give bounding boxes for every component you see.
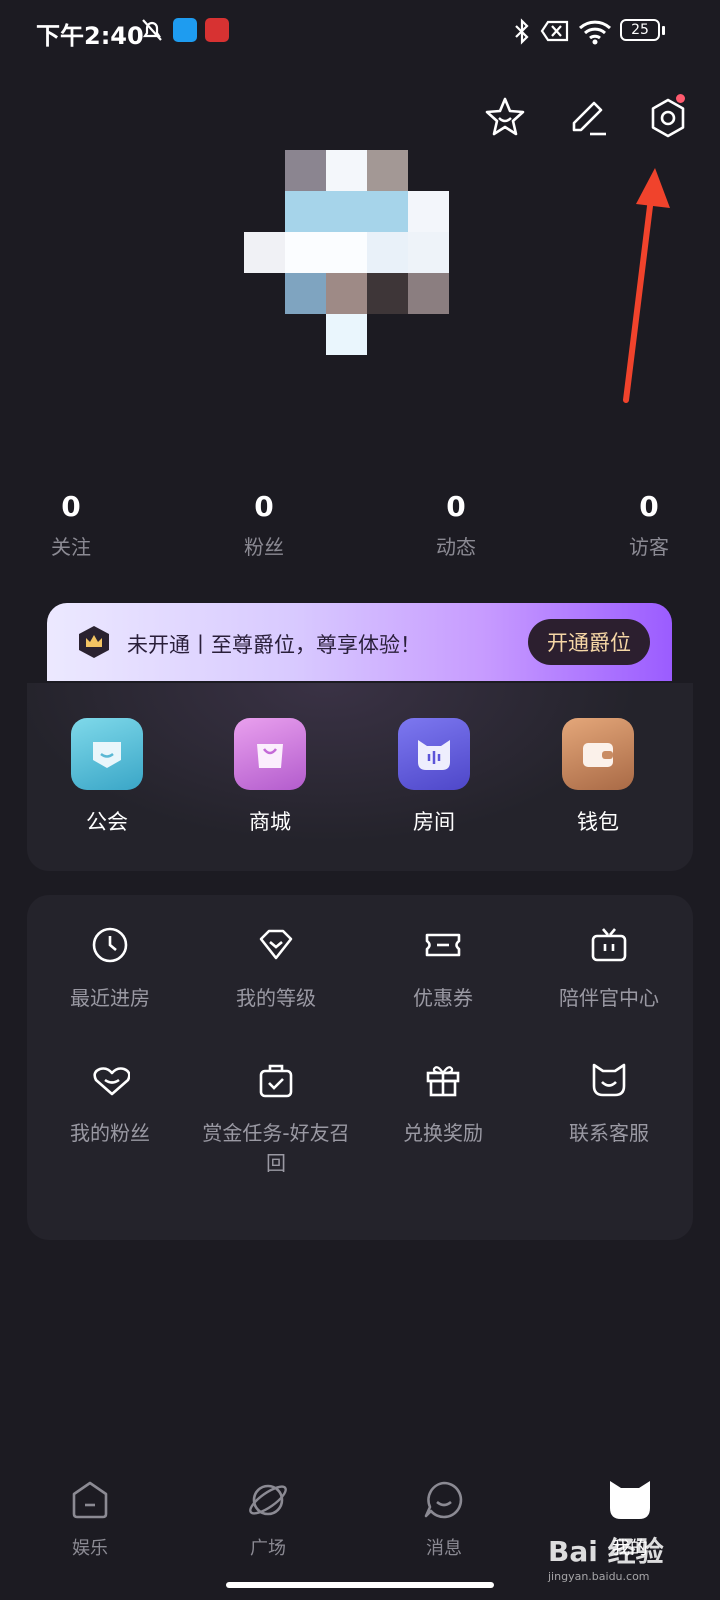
room-cat-icon — [398, 718, 470, 790]
feature-label: 钱包 — [577, 810, 619, 834]
stat-label: 访客 — [629, 535, 669, 559]
service-companion-center[interactable]: 陪伴官中心 — [526, 925, 692, 1013]
stat-value: 0 — [254, 490, 274, 523]
service-label: 我的粉丝 — [70, 1121, 150, 1145]
battery-icon: 25 — [620, 19, 660, 41]
mute-bell-icon — [142, 19, 162, 41]
stat-value: 0 — [639, 490, 659, 523]
top-actions — [460, 90, 720, 150]
gift-icon — [426, 1066, 460, 1097]
service-label: 赏金任务-好友召回 — [202, 1121, 350, 1175]
shop-bag-icon — [234, 718, 306, 790]
watermark-text: Bai 经验 — [548, 1535, 664, 1568]
tab-square[interactable]: 广场 — [218, 1478, 318, 1560]
profile-stats: 0 关注 0 粉丝 0 动态 0 访客 — [0, 490, 720, 570]
stat-label: 动态 — [436, 535, 476, 559]
star-badge-icon — [485, 97, 525, 136]
tab-label: 消息 — [426, 1538, 462, 1559]
tv-icon — [591, 928, 627, 962]
feature-card: 公会 商城 房间 钱包 — [27, 683, 693, 871]
service-coupons[interactable]: 优惠券 — [360, 925, 526, 1013]
service-label: 最近进房 — [70, 986, 150, 1010]
pencil-icon — [572, 101, 606, 136]
stat-value: 0 — [61, 490, 81, 523]
home-icon — [72, 1481, 108, 1519]
me-cat-icon — [610, 1481, 650, 1519]
service-recent-rooms[interactable]: 最近进房 — [27, 925, 193, 1013]
vip-banner-text: 未开通丨至尊爵位，尊享体验！ — [127, 633, 421, 657]
service-label: 联系客服 — [569, 1121, 649, 1145]
fans-heart-icon — [93, 1067, 131, 1096]
upload-app-icon — [173, 18, 197, 42]
service-my-fans[interactable]: 我的粉丝 — [27, 1060, 193, 1148]
level-heart-icon — [259, 929, 293, 960]
battery-tip — [662, 26, 665, 35]
service-label: 兑换奖励 — [403, 1121, 483, 1145]
planet-icon — [249, 1484, 287, 1516]
news-app-icon — [205, 18, 229, 42]
crown-icon — [79, 626, 109, 658]
stat-posts[interactable]: 0 动态 — [401, 490, 511, 560]
service-customer-support[interactable]: 联系客服 — [526, 1060, 692, 1148]
stat-following[interactable]: 0 关注 — [16, 490, 126, 560]
feature-label: 公会 — [86, 810, 128, 834]
home-indicator[interactable] — [226, 1582, 494, 1588]
service-label: 陪伴官中心 — [559, 986, 659, 1010]
stat-value: 0 — [446, 490, 466, 523]
stat-visitors[interactable]: 0 访客 — [594, 490, 704, 560]
wallet-icon — [562, 718, 634, 790]
service-redeem-rewards[interactable]: 兑换奖励 — [360, 1060, 526, 1148]
tab-messages[interactable]: 消息 — [394, 1478, 494, 1560]
tab-label: 广场 — [250, 1538, 286, 1559]
vip-banner[interactable]: 未开通丨至尊爵位，尊享体验！ 开通爵位 — [47, 603, 672, 681]
feature-item-guild[interactable]: 公会 — [57, 718, 157, 836]
stat-label: 粉丝 — [244, 535, 284, 559]
task-bag-icon — [259, 1064, 293, 1098]
status-bar: 下午2:40 25 — [0, 0, 720, 66]
wifi-icon — [578, 20, 612, 45]
service-my-level[interactable]: 我的等级 — [193, 925, 359, 1013]
bluetooth-icon — [515, 18, 529, 45]
stat-fans[interactable]: 0 粉丝 — [209, 490, 319, 560]
service-cat-icon — [592, 1063, 626, 1097]
open-vip-button[interactable]: 开通爵位 — [528, 619, 650, 665]
feature-item-wallet[interactable]: 钱包 — [548, 718, 648, 836]
annotation-arrow — [623, 168, 670, 403]
feature-label: 房间 — [413, 810, 455, 834]
stat-label: 关注 — [51, 535, 91, 559]
feature-label: 商城 — [249, 810, 291, 834]
feature-item-shop[interactable]: 商城 — [220, 718, 320, 836]
chat-icon — [424, 1481, 463, 1519]
service-label: 我的等级 — [236, 986, 316, 1010]
edit-profile-button[interactable] — [560, 90, 616, 146]
favorite-button[interactable] — [477, 90, 533, 146]
gear-icon — [651, 98, 685, 138]
tab-entertainment[interactable]: 娱乐 — [40, 1478, 140, 1560]
settings-button[interactable] — [640, 90, 696, 146]
status-time: 下午2:40 — [36, 22, 144, 50]
service-bounty-task[interactable]: 赏金任务-好友召回 — [193, 1060, 359, 1178]
watermark-sub: jingyan.baidu.com — [548, 1570, 650, 1583]
avatar[interactable] — [244, 150, 456, 360]
no-sim-icon — [540, 20, 569, 42]
guild-icon — [71, 718, 143, 790]
tab-label: 娱乐 — [72, 1538, 108, 1559]
service-label: 优惠券 — [413, 986, 473, 1010]
clock-icon — [92, 927, 128, 963]
ticket-icon — [425, 933, 461, 957]
feature-item-room[interactable]: 房间 — [384, 718, 484, 836]
services-card: 最近进房 我的等级 优惠券 陪伴官中心 我的粉丝 赏金任务-好友召回 兑换奖励 … — [27, 895, 693, 1240]
watermark: Bai 经验 jingyan.baidu.com — [548, 1530, 664, 1583]
settings-notification-dot — [676, 94, 685, 103]
